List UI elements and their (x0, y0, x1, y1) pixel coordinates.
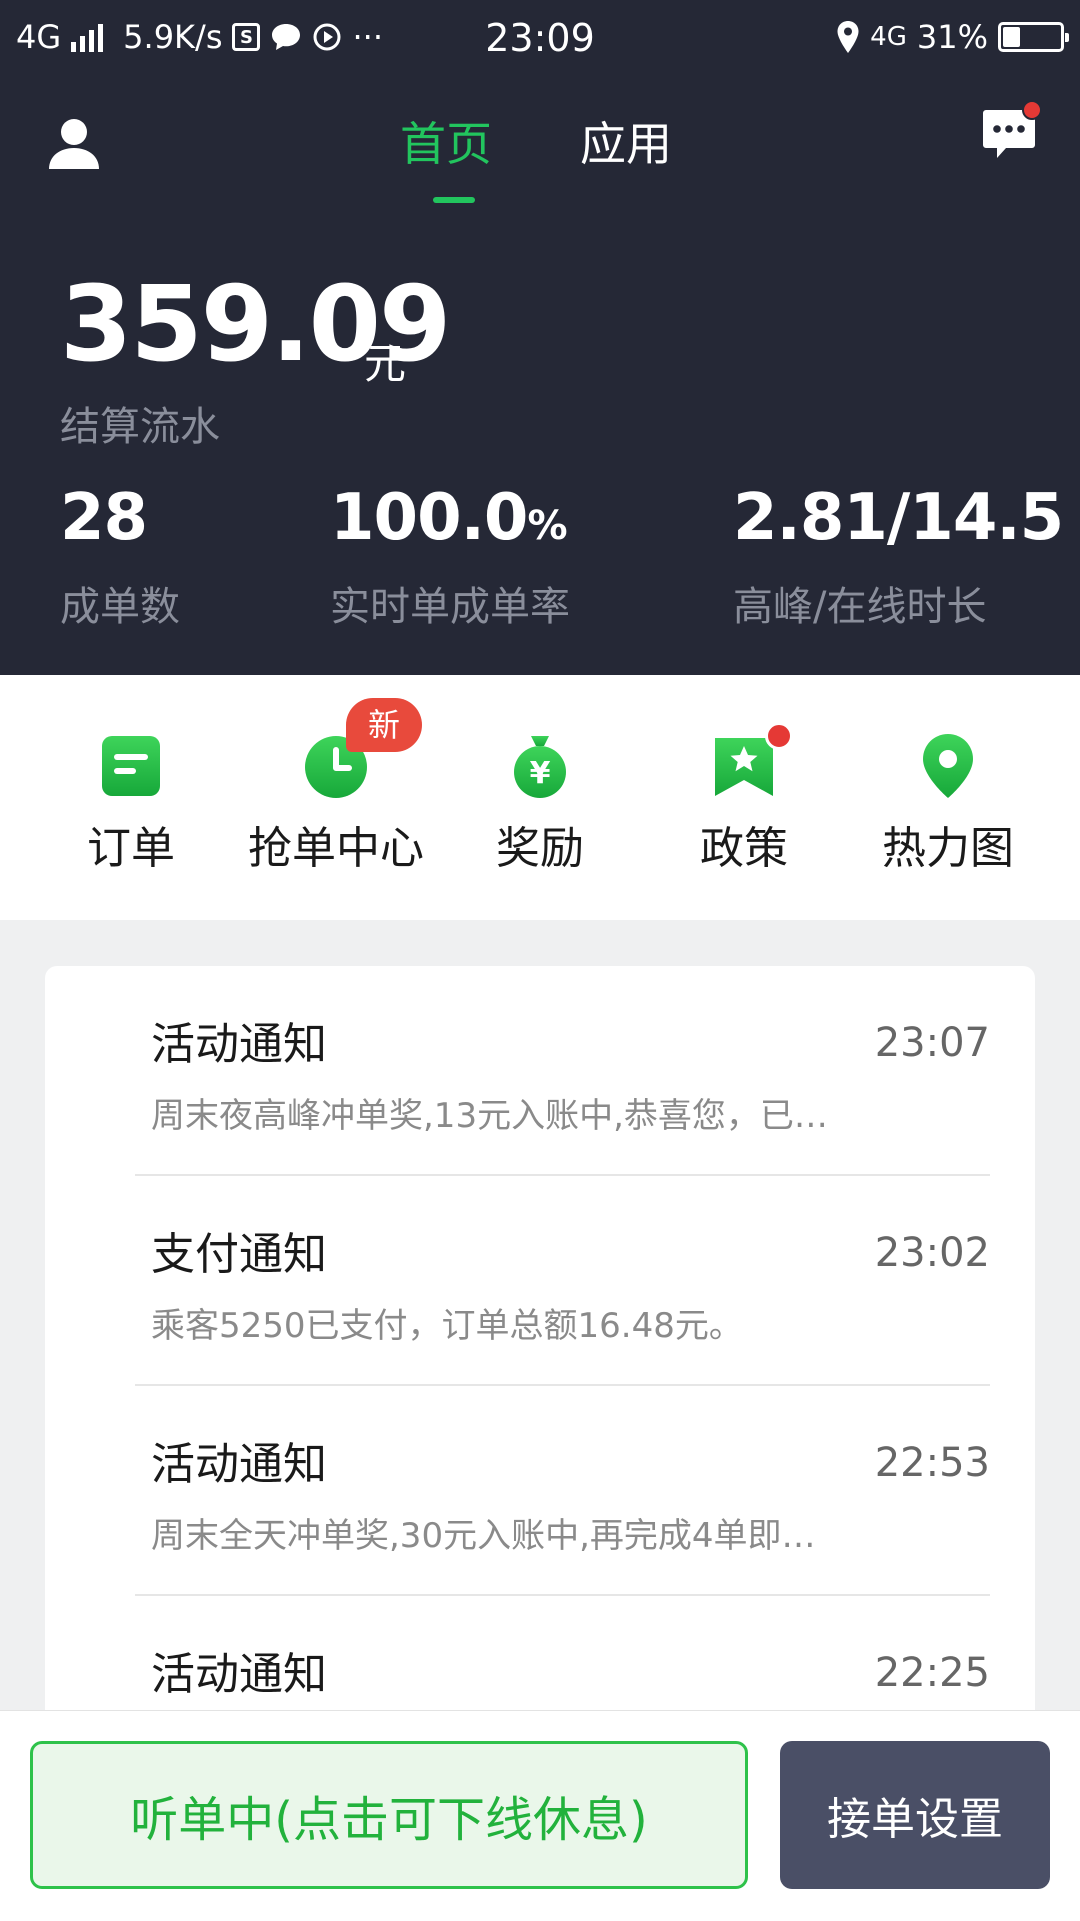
action-label: 政策 (700, 823, 788, 874)
notice-item[interactable]: 支付通知 23:02 乘客5250已支付，订单总额16.48元。 (90, 1176, 990, 1386)
action-rewards[interactable]: ¥ 奖励 (440, 730, 640, 876)
stat-orders: 28 成单数 (60, 486, 180, 632)
notice-time: 22:25 (874, 1650, 990, 1696)
bottom-bar: 听单中(点击可下线休息) 接单设置 (0, 1710, 1080, 1921)
action-label: 抢单中心 (248, 823, 424, 874)
action-label: 奖励 (496, 823, 584, 874)
notice-title: 支付通知 (151, 1229, 327, 1280)
notice-time: 23:02 (874, 1230, 990, 1276)
notice-title: 活动通知 (151, 1439, 327, 1490)
location-icon (837, 21, 859, 53)
stat-label: 高峰/在线时长 (733, 584, 987, 630)
tab-home[interactable]: 首页 (400, 108, 492, 174)
notice-item[interactable]: 活动通知 22:25 (90, 1596, 990, 1726)
tab-active-indicator (433, 197, 475, 203)
notice-title: 活动通知 (151, 1649, 327, 1700)
notice-desc: 周末夜高峰冲单奖,13元入账中,恭喜您，已… (151, 1096, 828, 1136)
money-bag-icon: ¥ (505, 730, 575, 800)
status-right: 4G 31% (836, 18, 1069, 56)
quick-actions: 订单 新 抢单中心 ¥ 奖励 政策 热力图 (0, 675, 1080, 920)
stat-value: 2.81/14.5 (733, 481, 1064, 555)
stat-value: 100.0% (330, 481, 568, 555)
action-label: 订单 (87, 823, 175, 874)
notice-title: 活动通知 (151, 1019, 327, 1070)
network-type-right: 4G (870, 22, 907, 52)
action-orders[interactable]: 订单 (31, 730, 231, 876)
stat-label: 成单数 (60, 584, 180, 630)
stat-label: 实时单成单率 (330, 584, 570, 630)
order-icon (96, 730, 166, 800)
tab-apps[interactable]: 应用 (580, 108, 672, 174)
go-offline-button[interactable]: 听单中(点击可下线休息) (30, 1741, 748, 1889)
notice-item[interactable]: 活动通知 23:07 周末夜高峰冲单奖,13元入账中,恭喜您，已… (90, 966, 990, 1176)
action-label: 热力图 (882, 823, 1014, 874)
notice-time: 23:07 (874, 1020, 990, 1066)
battery-icon (998, 22, 1069, 52)
stat-value: 28 (60, 481, 148, 555)
stat-peak-online-hours: 2.81/14.5 高峰/在线时长 (733, 481, 1064, 632)
location-pin-icon (913, 730, 983, 800)
action-heatmap[interactable]: 热力图 (848, 730, 1048, 876)
status-bar: 4G 5.9K/s S ··· 23:09 4G 31% (0, 0, 1080, 74)
notice-desc: 乘客5250已支付，订单总额16.48元。 (151, 1306, 743, 1346)
notification-list: 活动通知 23:07 周末夜高峰冲单奖,13元入账中,恭喜您，已… 支付通知 2… (45, 966, 1035, 1726)
order-settings-button[interactable]: 接单设置 (780, 1741, 1050, 1889)
unread-dot (1022, 100, 1042, 120)
stat-completion-rate: 100.0% 实时单成单率 (330, 486, 570, 632)
messages-button[interactable] (982, 100, 1042, 160)
action-grab-order-center[interactable]: 新 抢单中心 (236, 698, 436, 876)
header: 4G 5.9K/s S ··· 23:09 4G 31% 首页 应用 359.0… (0, 0, 1080, 675)
action-policy[interactable]: 政策 (644, 722, 844, 876)
notice-desc: 周末全天冲单奖,30元入账中,再完成4单即… (151, 1516, 816, 1556)
battery-percent: 31% (916, 18, 988, 56)
top-tabs: 首页 应用 (0, 100, 1080, 210)
earnings-unit: 元 (364, 339, 407, 388)
new-badge: 新 (346, 698, 422, 752)
earnings-label: 结算流水 (60, 404, 220, 450)
clock-icon: 新 (301, 698, 422, 800)
policy-flag-icon (709, 722, 793, 800)
notice-time: 22:53 (874, 1440, 990, 1486)
svg-text:¥: ¥ (530, 756, 551, 791)
notice-item[interactable]: 活动通知 22:53 周末全天冲单奖,30元入账中,再完成4单即… (90, 1386, 990, 1596)
notification-dot (765, 722, 793, 750)
